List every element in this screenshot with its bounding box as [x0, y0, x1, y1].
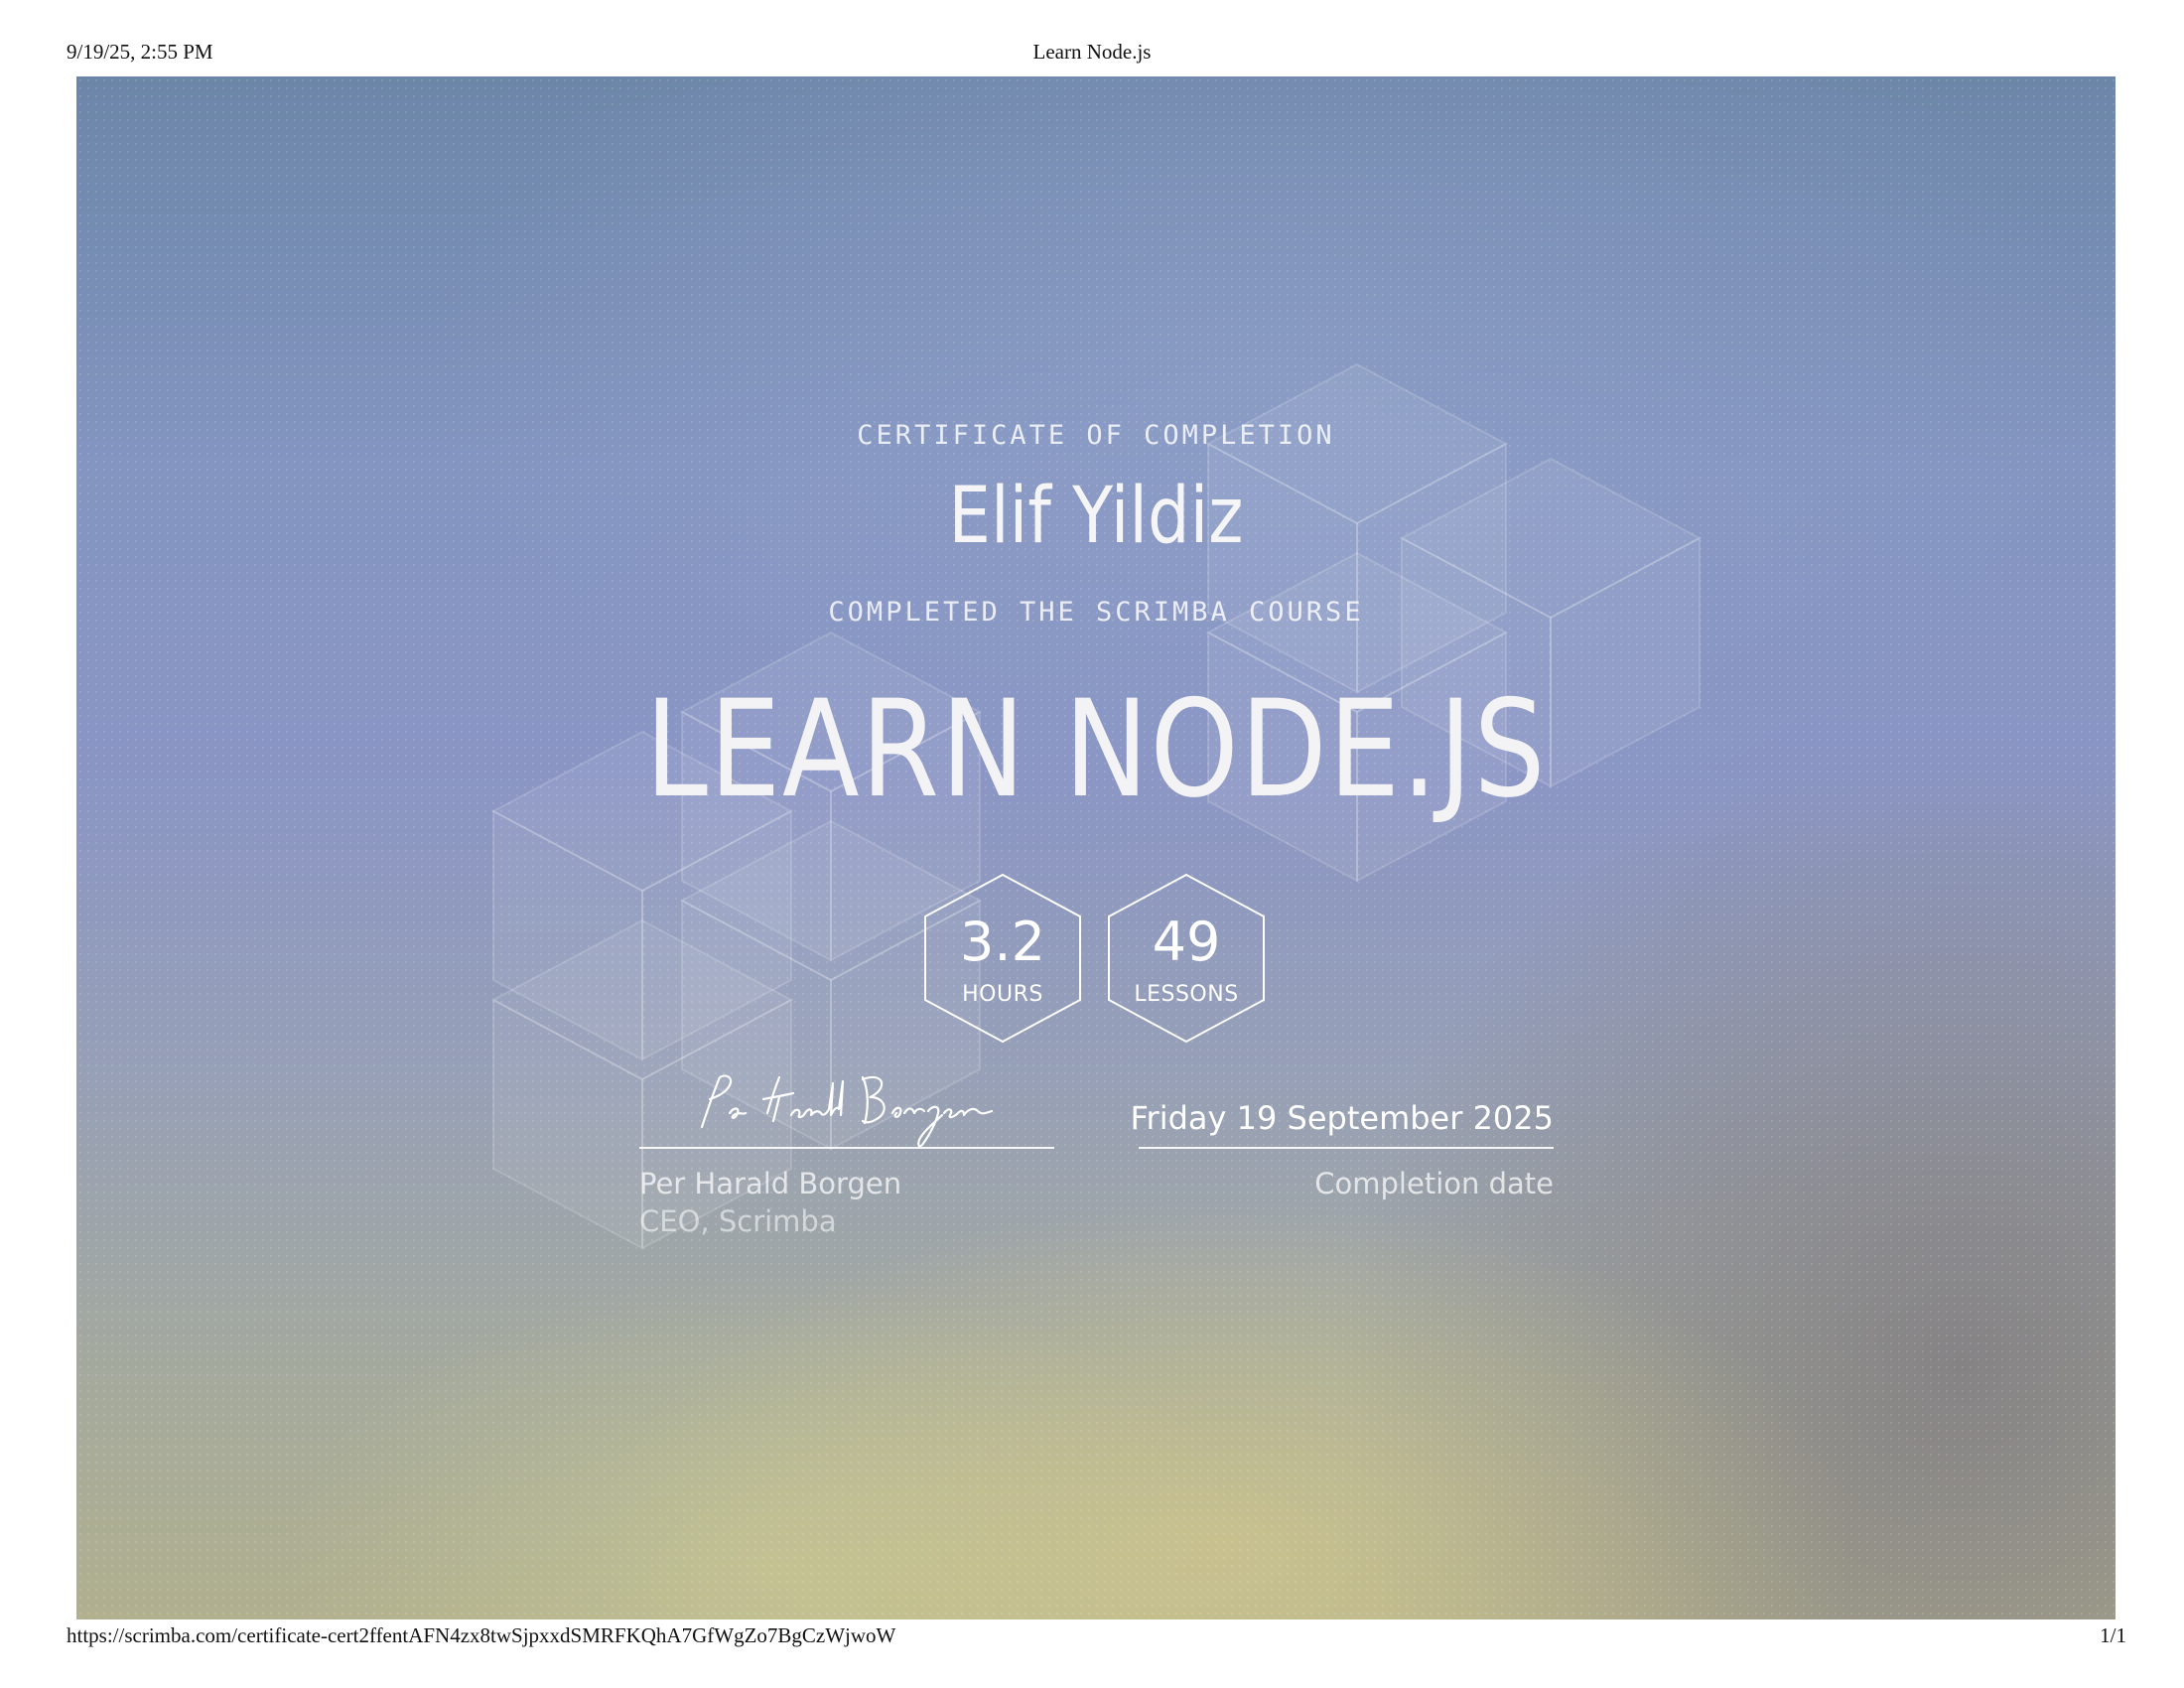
- print-page-title: Learn Node.js: [1032, 40, 1152, 64]
- course-title: LEARN NODE.JS: [644, 671, 1548, 827]
- recipient-name: Elif Yildiz: [948, 472, 1244, 561]
- lessons-badge: 49 LESSONS: [1107, 873, 1266, 1044]
- print-header: 9/19/25, 2:55 PM Learn Node.js: [0, 40, 2184, 79]
- hours-label: HOURS: [962, 982, 1043, 1007]
- print-footer: https://scrimba.com/certificate-cert2ffe…: [0, 1623, 2184, 1663]
- completion-date-label: Completion date: [1314, 1167, 1554, 1200]
- lessons-value: 49: [1152, 911, 1221, 973]
- hours-value: 3.2: [960, 911, 1045, 973]
- signer-name: Per Harald Borgen: [639, 1167, 902, 1200]
- decorative-cubes: [490, 362, 1703, 1250]
- signature-line: [639, 1147, 1054, 1149]
- completion-date: Friday 19 September 2025: [1130, 1099, 1554, 1137]
- lessons-label: LESSONS: [1134, 982, 1239, 1007]
- print-page-number: 1/1: [2100, 1623, 2126, 1647]
- completed-course-text: COMPLETED THE SCRIMBA COURSE: [828, 597, 1364, 628]
- handwritten-signature: [700, 1074, 994, 1148]
- hours-badge: 3.2 HOURS: [923, 873, 1082, 1044]
- print-url: https://scrimba.com/certificate-cert2ffe…: [67, 1623, 896, 1647]
- date-line: [1139, 1147, 1554, 1149]
- certificate-card: CERTIFICATE OF COMPLETION Elif Yildiz CO…: [76, 76, 2116, 1619]
- certificate-heading: CERTIFICATE OF COMPLETION: [857, 420, 1335, 451]
- signer-title: CEO, Scrimba: [639, 1204, 837, 1238]
